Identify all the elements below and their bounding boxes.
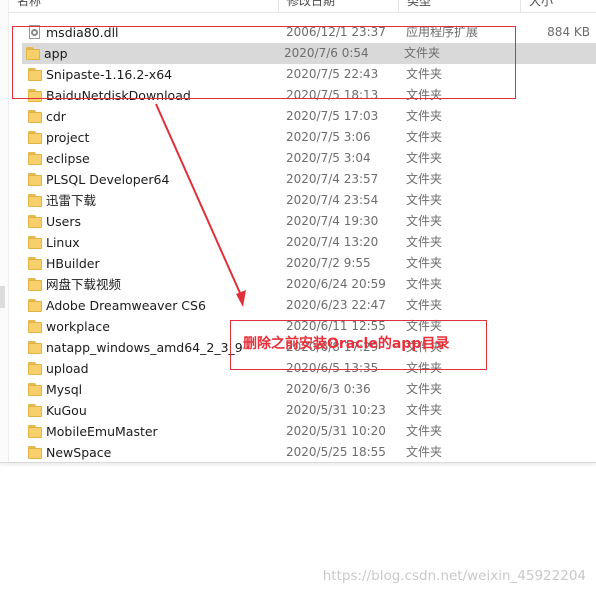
file-date: 2020/7/5 3:06 [286,130,371,144]
folder-icon [28,130,42,145]
file-type: 文件夹 [406,403,443,417]
file-name: eclipse [46,151,90,166]
file-type: 文件夹 [406,277,443,291]
file-row[interactable]: Mysql 2020/6/3 0:36 文件夹 [24,379,596,400]
file-date: 2020/7/2 9:55 [286,256,371,270]
file-type: 文件夹 [406,424,443,438]
file-type: 文件夹 [406,151,443,165]
folder-icon [28,256,42,271]
file-type: 文件夹 [406,298,443,312]
file-row[interactable]: Adobe Dreamweaver CS6 2020/6/23 22:47 文件夹 [24,295,596,316]
file-name: natapp_windows_amd64_2_3_9 [46,340,243,355]
column-header: 名称 修改日期 类型 大小 [9,0,596,13]
file-row[interactable]: MobileEmuMaster 2020/5/31 10:20 文件夹 [24,421,596,442]
folder-icon [28,382,42,397]
file-row[interactable]: 网盘下载视频 2020/6/24 20:59 文件夹 [24,274,596,295]
file-type: 文件夹 [406,214,443,228]
file-name: 迅雷下载 [46,193,97,208]
file-row[interactable]: cdr 2020/7/5 17:03 文件夹 [24,106,596,127]
file-type: 文件夹 [406,130,443,144]
file-date: 2020/7/4 23:54 [286,193,379,207]
folder-icon [28,298,42,313]
file-row[interactable]: project 2020/7/5 3:06 文件夹 [24,127,596,148]
folder-icon [28,424,42,439]
folder-icon [28,340,42,355]
file-date: 2020/6/23 22:47 [286,298,386,312]
file-name: PLSQL Developer64 [46,172,170,187]
annotation-text: 删除之前安装Oracle的app目录 [243,336,450,352]
folder-icon [28,151,42,166]
folder-icon [28,277,42,292]
file-row[interactable]: HBuilder 2020/7/2 9:55 文件夹 [24,253,596,274]
folder-icon [28,172,42,187]
file-name: HBuilder [46,256,100,271]
column-header-date[interactable]: 修改日期 [279,0,399,12]
file-name: NewSpace [46,445,112,460]
file-name: MobileEmuMaster [46,424,158,439]
file-row[interactable]: KuGou 2020/5/31 10:23 文件夹 [24,400,596,421]
file-type: 文件夹 [406,256,443,270]
annotation-highlight-box [12,26,516,99]
file-date: 2020/7/4 23:57 [286,172,379,186]
file-date: 2020/5/25 18:55 [286,445,386,459]
watermark: https://blog.csdn.net/weixin_45922204 [322,568,586,584]
file-type: 文件夹 [406,382,443,396]
folder-icon [28,235,42,250]
file-type: 文件夹 [406,235,443,249]
file-row[interactable]: Linux 2020/7/4 13:20 文件夹 [24,232,596,253]
file-date: 2020/7/5 3:04 [286,151,371,165]
folder-icon [28,319,42,334]
folder-icon [28,193,42,208]
file-date: 2020/6/24 20:59 [286,277,386,291]
file-name: workplace [46,319,110,334]
file-name: Linux [46,235,80,250]
column-header-size[interactable]: 大小 [521,0,596,12]
folder-icon [28,403,42,418]
folder-icon [28,109,42,124]
file-type: 文件夹 [406,445,443,459]
file-date: 2020/7/4 13:20 [286,235,379,249]
file-size: 884 KB [547,25,590,39]
column-header-type[interactable]: 类型 [399,0,521,12]
file-name: Adobe Dreamweaver CS6 [46,298,206,313]
column-header-name[interactable]: 名称 [9,0,279,12]
file-row[interactable]: NewSpace 2020/5/25 18:55 文件夹 [24,442,596,462]
file-name: cdr [46,109,66,124]
file-name: Users [46,214,82,229]
file-name: 网盘下载视频 [46,277,122,292]
file-date: 2020/7/5 17:03 [286,109,379,123]
file-row[interactable]: eclipse 2020/7/5 3:04 文件夹 [24,148,596,169]
file-name: upload [46,361,89,376]
folder-icon [28,214,42,229]
file-date: 2020/6/3 0:36 [286,382,371,396]
file-name: KuGou [46,403,87,418]
file-type: 文件夹 [406,109,443,123]
file-name: Mysql [46,382,83,397]
file-date: 2020/5/31 10:23 [286,403,386,417]
file-type: 文件夹 [406,193,443,207]
file-row[interactable]: 迅雷下载 2020/7/4 23:54 文件夹 [24,190,596,211]
folder-icon [28,361,42,376]
file-date: 2020/7/4 19:30 [286,214,379,228]
navigation-selected-marker [0,286,5,308]
folder-icon [28,445,42,460]
file-row[interactable]: PLSQL Developer64 2020/7/4 23:57 文件夹 [24,169,596,190]
file-type: 文件夹 [406,172,443,186]
file-name: project [46,130,90,145]
navigation-pane-edge[interactable] [0,0,9,462]
file-row[interactable]: Users 2020/7/4 19:30 文件夹 [24,211,596,232]
file-date: 2020/5/31 10:20 [286,424,386,438]
